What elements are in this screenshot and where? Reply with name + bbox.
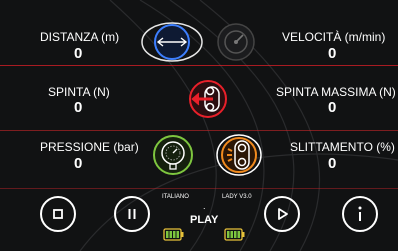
battery-icon [163, 228, 184, 241]
play-icon [278, 208, 288, 220]
stop-icon [53, 209, 63, 219]
play-button[interactable] [264, 196, 300, 232]
play-status-text: PLAY [190, 214, 219, 226]
spinta-value: 0 [74, 99, 83, 116]
status-dot: . [203, 201, 206, 211]
push-force-icon [189, 80, 227, 118]
pressione-label: PRESSIONE (bar) [40, 140, 139, 154]
distanza-label: DISTANZA (m) [40, 30, 120, 44]
language-label: ITALIANO [162, 194, 189, 200]
info-button[interactable] [342, 196, 378, 232]
pause-icon [128, 209, 136, 219]
pressione-value: 0 [74, 155, 83, 172]
separator-middle [0, 130, 398, 131]
battery-icon [224, 228, 245, 241]
info-icon [358, 206, 362, 221]
double-arrow-icon [141, 22, 203, 62]
slittamento-value: 0 [328, 155, 337, 172]
version-label: LADY V3.0 [222, 194, 252, 200]
separator-bottom [0, 188, 398, 189]
velocita-value: 0 [328, 45, 337, 62]
stop-button[interactable] [40, 196, 76, 232]
slittamento-label: SLITTAMENTO (%) [290, 140, 395, 154]
velocita-label: VELOCITÀ (m/min) [282, 30, 386, 44]
spinta-massima-label: SPINTA MASSIMA (N) [276, 85, 396, 99]
separator-top [0, 65, 398, 66]
speedometer-icon [217, 23, 255, 61]
distanza-value: 0 [74, 45, 83, 62]
pressure-gauge-icon [153, 135, 193, 175]
spinta-label: SPINTA (N) [48, 85, 110, 99]
pause-button[interactable] [114, 196, 150, 232]
spinta-massima-value: 0 [328, 99, 337, 116]
slip-icon [216, 134, 262, 176]
